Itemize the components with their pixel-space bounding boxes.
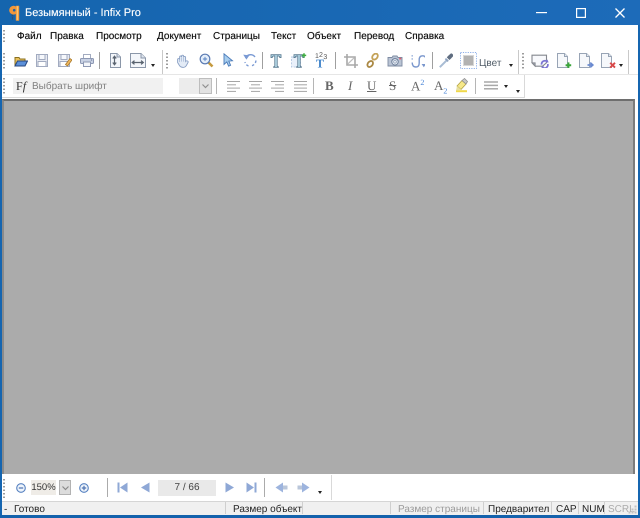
svg-text:T: T — [316, 57, 324, 69]
